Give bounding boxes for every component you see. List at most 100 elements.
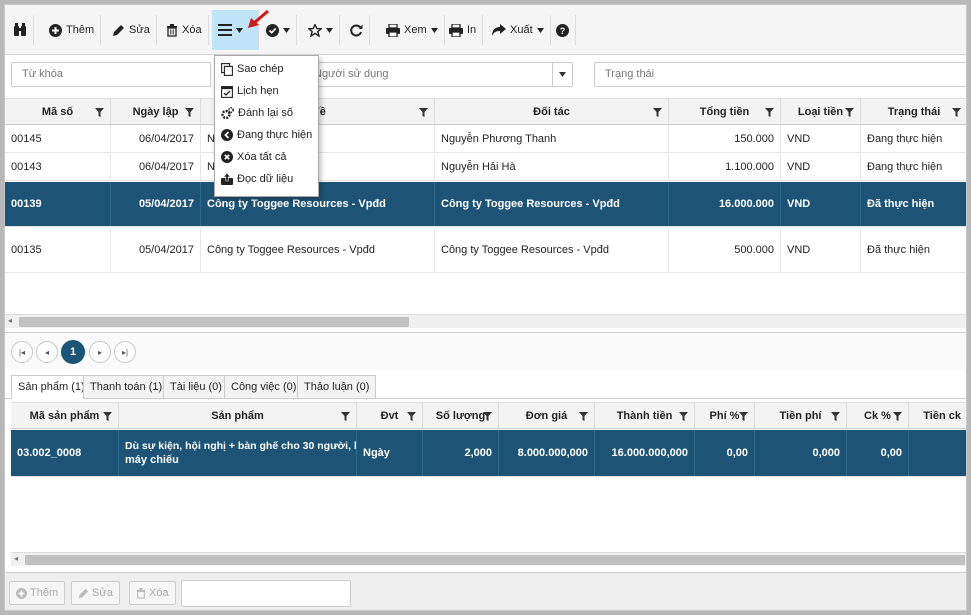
first-page-button[interactable]: |◂ [11, 341, 33, 363]
col-header-ck[interactable]: Tiền ck [909, 403, 966, 430]
help-button[interactable]: ? [550, 15, 576, 45]
filter-icon[interactable] [952, 99, 961, 126]
menu-item-schedule[interactable]: Lịch hẹn [215, 80, 318, 102]
delete-button[interactable]: Xóa [160, 15, 209, 45]
keyword-input[interactable]: Từ khóa [11, 62, 211, 87]
next-page-button[interactable]: ▸ [89, 341, 111, 363]
edit-button[interactable]: Sửa [106, 15, 157, 45]
status-select[interactable]: Trạng thái [594, 62, 966, 87]
printer-icon [449, 23, 463, 37]
keyword-placeholder: Từ khóa [22, 68, 63, 80]
detail-add-button[interactable]: Thêm [9, 581, 66, 605]
col-header-unit[interactable]: Đvt [357, 403, 423, 430]
menu-item-copy-label: Sao chép [237, 63, 284, 75]
tab-documents[interactable]: Tài liệu (0) [163, 375, 229, 399]
col-header-date[interactable]: Ngày lập [111, 99, 201, 126]
favorite-button[interactable] [302, 15, 340, 45]
scroll-left-icon[interactable]: ◂ [8, 316, 12, 325]
scrollbar-thumb[interactable] [25, 555, 965, 565]
cell-partner: Nguyễn Hải Hà [435, 154, 669, 180]
tab-payments[interactable]: Thanh toán (1) [83, 375, 170, 399]
col-header-ck-pct[interactable]: Ck % [847, 403, 909, 430]
filter-icon[interactable] [95, 99, 104, 126]
caret-down-icon [236, 27, 243, 33]
col-header-fee[interactable]: Tiền phí [755, 403, 847, 430]
table-row[interactable]: 00143 06/04/2017 N Nguyễn Hải Hà 1.100.0… [5, 154, 966, 181]
detail-edit-button[interactable]: Sửa [71, 581, 120, 605]
detail-tabs: Sản phẩm (1) Thanh toán (1) Tài liệu (0)… [5, 371, 966, 399]
col-header-currency[interactable]: Loại tiền [781, 99, 861, 126]
filter-icon[interactable] [739, 403, 748, 430]
table-row-selected[interactable]: 00139 05/04/2017 Công ty Toggee Resource… [5, 182, 966, 227]
cell-unit: Ngày [357, 430, 423, 476]
hamburger-icon [218, 24, 232, 36]
add-button[interactable]: Thêm [43, 15, 102, 45]
menu-item-renumber[interactable]: Đánh lại số [215, 102, 318, 124]
menu-item-copy[interactable]: Sao chép [215, 58, 318, 80]
cell-total: 16.000.000 [669, 182, 781, 226]
table-row[interactable]: 00145 06/04/2017 N Nguyễn Phương Thanh 1… [5, 126, 966, 153]
filter-icon[interactable] [185, 99, 194, 126]
chevron-left-circle-icon [221, 129, 233, 141]
cell-partner: Công ty Toggee Resources - Vpđd [435, 228, 669, 272]
user-select[interactable]: Người sử dụng [303, 62, 573, 87]
view-button[interactable]: Xem [380, 15, 445, 45]
user-placeholder: Người sử dụng [314, 68, 389, 80]
last-page-icon: ▸| [121, 347, 129, 357]
share-arrow-icon [492, 24, 506, 36]
scroll-left-icon[interactable]: ◂ [14, 554, 18, 563]
tab-tasks[interactable]: Công việc (0) [224, 375, 304, 399]
tab-discussions[interactable]: Thảo luận (0) [297, 375, 377, 399]
table-row[interactable]: 00135 05/04/2017 Công ty Toggee Resource… [5, 228, 966, 273]
filter-icon[interactable] [653, 99, 662, 126]
export-button[interactable]: Xuất [486, 15, 551, 45]
cell-date: 05/04/2017 [111, 182, 201, 226]
detail-horizontal-scrollbar[interactable]: ◂ [11, 552, 966, 566]
cell-amount: 16.000.000,000 [595, 430, 695, 476]
detail-delete-label: Xóa [149, 587, 169, 599]
filter-icon[interactable] [579, 403, 588, 430]
search-button[interactable] [7, 15, 34, 45]
tab-products[interactable]: Sản phẩm (1) [11, 375, 92, 399]
menu-item-delete-all-label: Xóa tất cả [237, 151, 287, 163]
col-header-total[interactable]: Tổng tiền [669, 99, 781, 126]
filter-icon[interactable] [893, 403, 902, 430]
detail-input-field[interactable] [181, 580, 351, 607]
print-button[interactable]: In [443, 15, 484, 45]
col-header-fee-pct[interactable]: Phí % [695, 403, 755, 430]
menu-item-delete-all[interactable]: Xóa tất cả [215, 146, 318, 168]
scrollbar-thumb[interactable] [19, 317, 409, 327]
delete-button-label: Xóa [182, 24, 202, 36]
filter-icon[interactable] [831, 403, 840, 430]
menu-item-in-progress[interactable]: Đang thực hiện [215, 124, 318, 146]
filter-icon[interactable] [103, 403, 112, 430]
col-product-code-label: Mã sản phẩm [29, 410, 100, 422]
filter-icon[interactable] [341, 403, 350, 430]
select-caret[interactable] [552, 63, 572, 86]
cell-ck-pct: 0,00 [847, 430, 909, 476]
edit-button-label: Sửa [129, 24, 150, 36]
filter-icon[interactable] [765, 99, 774, 126]
col-header-product-code[interactable]: Mã sản phẩm [11, 403, 119, 430]
filter-icon[interactable] [407, 403, 416, 430]
filter-icon[interactable] [483, 403, 492, 430]
col-header-partner[interactable]: Đối tác [435, 99, 669, 126]
filter-icon[interactable] [419, 99, 428, 126]
last-page-button[interactable]: ▸| [114, 341, 136, 363]
filter-icon[interactable] [679, 403, 688, 430]
app-window: Thêm Sửa Xóa Xem In Xuất ? Từ khóa Người… [4, 4, 967, 611]
col-header-id[interactable]: Mã số [5, 99, 111, 126]
detail-delete-button[interactable]: Xóa [129, 581, 176, 605]
detail-row-selected[interactable]: 03.002_0008 Dù sự kiện, hội nghị + bàn g… [11, 430, 966, 477]
refresh-button[interactable] [344, 15, 370, 45]
col-header-amount[interactable]: Thành tiền [595, 403, 695, 430]
menu-item-read-data[interactable]: Đọc dữ liệu [215, 168, 318, 190]
page-number-button[interactable]: 1 [61, 340, 85, 364]
col-header-qty[interactable]: Số lượng [423, 403, 499, 430]
prev-page-button[interactable]: ◂ [36, 341, 58, 363]
horizontal-scrollbar[interactable]: ◂ [5, 314, 966, 328]
filter-icon[interactable] [845, 99, 854, 126]
col-header-product[interactable]: Sản phẩm [119, 403, 357, 430]
col-header-status[interactable]: Trạng thái [861, 99, 966, 126]
col-header-price[interactable]: Đơn giá [499, 403, 595, 430]
